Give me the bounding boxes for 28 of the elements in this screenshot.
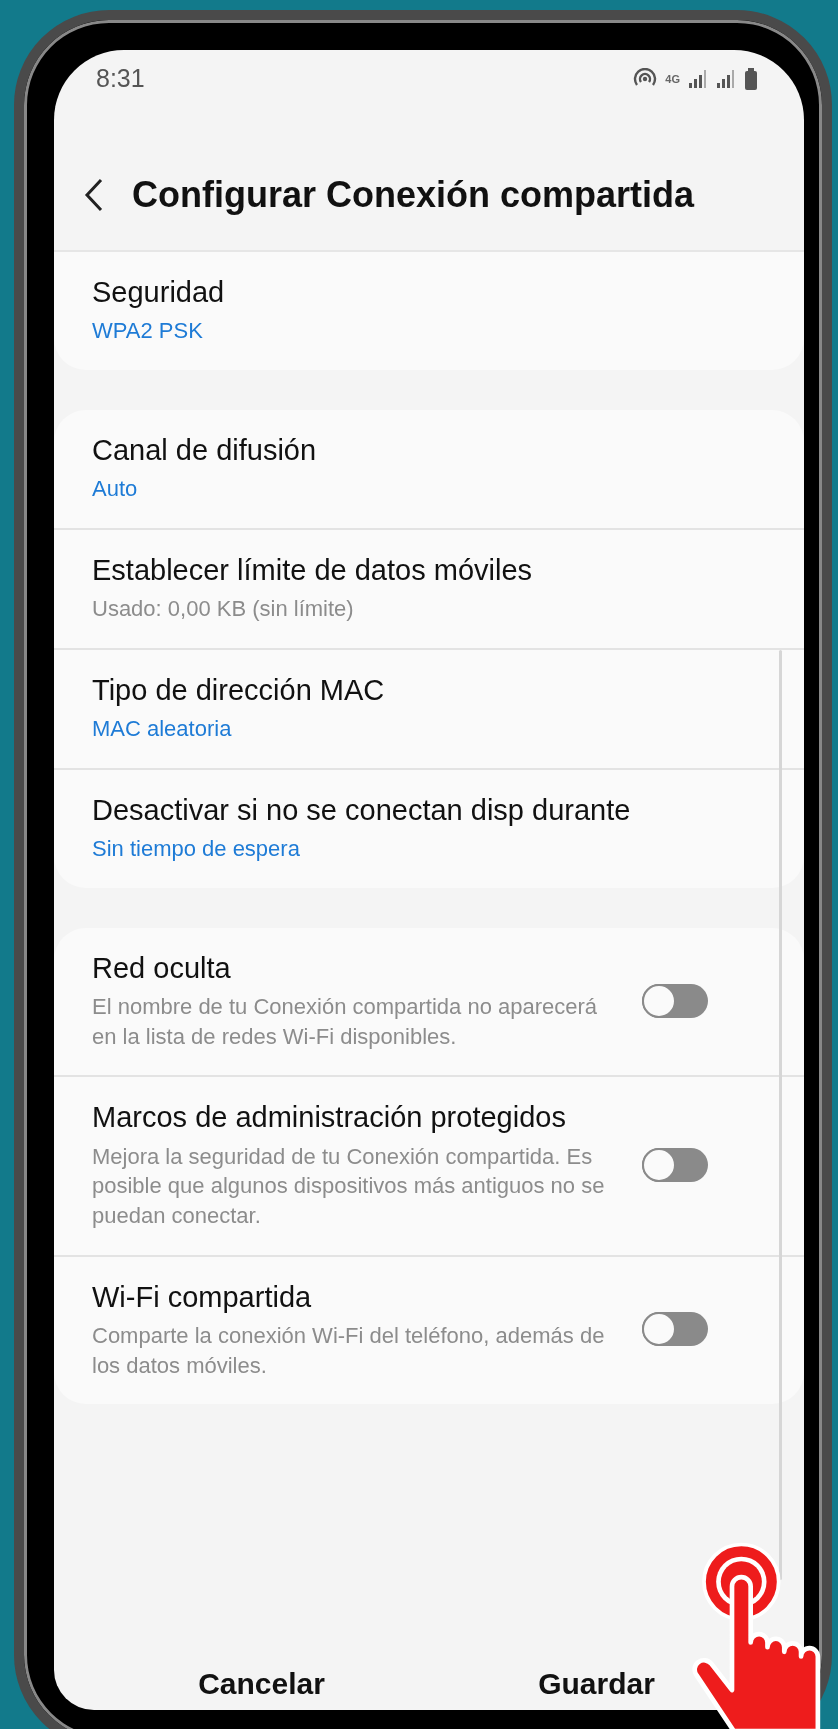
setting-title[interactable]: Marcos de administración protegidos: [92, 1099, 622, 1136]
toggle-switch[interactable]: [642, 983, 708, 1018]
setting-title[interactable]: Wi-Fi compartida: [92, 1278, 622, 1315]
setting-title[interactable]: Desactivar si no se conectan disp durante: [92, 791, 766, 828]
setting-title[interactable]: Establecer límite de datos móviles: [92, 551, 766, 589]
setting-title[interactable]: Seguridad: [92, 274, 766, 311]
setting-description: Mejora la seguridad de tu Conexión compartida. Es posible que algunos dispositivos más antiguos no se puedan conectar.: [92, 1142, 606, 1230]
action-button[interactable]: Guardar: [538, 1661, 655, 1706]
toggle-switch[interactable]: [642, 1312, 708, 1347]
setting-description: El nombre de tu Conexión compartida no aparecerá en la lista de redes Wi-Fi disponibles.: [92, 992, 599, 1051]
toggle-switch[interactable]: [642, 1147, 708, 1182]
signal-icon: [688, 69, 708, 89]
battery-icon: [744, 68, 758, 90]
setting-description: Comparte la conexión Wi-Fi del teléfono, además de los datos móviles.: [92, 1321, 606, 1380]
action-button[interactable]: Cancelar: [198, 1661, 325, 1706]
setting-title[interactable]: Tipo de dirección MAC: [92, 671, 766, 709]
back-icon[interactable]: [84, 178, 104, 212]
setting-title[interactable]: Red oculta: [92, 949, 622, 986]
setting-description: Usado: 0,00 KB (sin límite): [92, 595, 355, 624]
status-time: 8:31: [96, 63, 145, 95]
signal-icon: [716, 69, 736, 89]
setting-value: Sin tiempo de espera: [92, 835, 301, 863]
setting-title[interactable]: Canal de difusión: [92, 431, 766, 469]
network-type: 4G: [665, 74, 680, 84]
page-title: Configurar Conexión compartida: [132, 173, 695, 217]
setting-value: WPA2 PSK: [92, 317, 204, 346]
setting-value: MAC aleatoria: [92, 715, 233, 744]
setting-value: Auto: [92, 475, 139, 504]
